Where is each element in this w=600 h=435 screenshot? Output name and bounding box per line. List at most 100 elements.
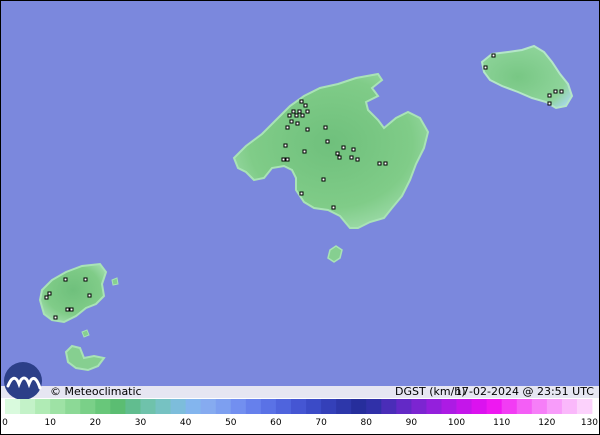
legend-swatch: [170, 399, 187, 414]
legend-swatch: [561, 399, 578, 414]
legend-swatch: [80, 399, 96, 414]
station-marker[interactable]: [44, 295, 49, 300]
legend-swatch: [155, 399, 171, 414]
legend-swatch: [95, 399, 111, 414]
station-marker[interactable]: [300, 113, 305, 118]
station-marker[interactable]: [349, 155, 354, 160]
legend-tick-label: 40: [180, 418, 192, 428]
legend-color-scale: [5, 399, 593, 414]
legend-tick-label: 60: [270, 418, 282, 428]
legend-swatch: [275, 399, 292, 414]
legend-tick-label: 50: [225, 418, 237, 428]
station-marker[interactable]: [383, 161, 388, 166]
station-marker[interactable]: [295, 121, 300, 126]
station-marker[interactable]: [63, 277, 68, 282]
legend-swatch: [306, 399, 322, 414]
legend-tick-label: 70: [315, 418, 327, 428]
legend-swatch: [336, 399, 352, 414]
station-marker[interactable]: [87, 293, 92, 298]
station-marker[interactable]: [305, 109, 310, 114]
station-marker[interactable]: [299, 99, 304, 104]
legend-swatch: [501, 399, 518, 414]
station-marker[interactable]: [559, 89, 564, 94]
station-marker[interactable]: [291, 109, 296, 114]
station-marker[interactable]: [377, 161, 382, 166]
station-marker[interactable]: [289, 119, 294, 124]
legend-tick-label: 100: [448, 418, 465, 428]
legend-swatch: [125, 399, 141, 414]
station-marker[interactable]: [303, 103, 308, 108]
station-marker[interactable]: [325, 139, 330, 144]
station-marker[interactable]: [285, 125, 290, 130]
legend-swatch: [456, 399, 472, 414]
legend-swatch: [321, 399, 337, 414]
station-marker[interactable]: [283, 143, 288, 148]
legend-swatch: [245, 399, 262, 414]
legend-swatch: [50, 399, 66, 414]
legend-swatch: [516, 399, 533, 414]
legend-swatch: [441, 399, 457, 414]
timestamp: 17-02-2024 @ 23:51 UTC: [455, 385, 594, 398]
legend-swatch: [471, 399, 488, 414]
station-marker[interactable]: [281, 157, 286, 162]
legend-tick-label: 10: [44, 418, 56, 428]
islet-ibiza-south: [81, 329, 90, 338]
map-frame: © Meteoclimatic DGST (km/h) 17-02-2024 @…: [0, 0, 600, 435]
station-marker[interactable]: [83, 277, 88, 282]
station-marker[interactable]: [305, 127, 310, 132]
station-marker[interactable]: [53, 315, 58, 320]
legend-swatch: [140, 399, 156, 414]
station-marker[interactable]: [323, 125, 328, 130]
station-marker[interactable]: [547, 101, 552, 106]
legend-tick-label: 110: [493, 418, 510, 428]
station-marker[interactable]: [294, 113, 299, 118]
legend-swatch: [381, 399, 397, 414]
legend-swatch: [20, 399, 36, 414]
station-marker[interactable]: [47, 291, 52, 296]
legend-swatch: [290, 399, 307, 414]
station-marker[interactable]: [483, 65, 488, 70]
meteoclimatic-logo-icon[interactable]: [4, 362, 42, 400]
station-marker[interactable]: [351, 147, 356, 152]
station-marker[interactable]: [547, 93, 552, 98]
legend-tick-label: 120: [538, 418, 555, 428]
station-marker[interactable]: [553, 89, 558, 94]
station-marker[interactable]: [341, 145, 346, 150]
legend-swatch: [411, 399, 427, 414]
wind-gust-map[interactable]: © Meteoclimatic DGST (km/h) 17-02-2024 @…: [0, 0, 600, 435]
legend-tick-label: 0: [2, 418, 8, 428]
station-marker[interactable]: [297, 109, 302, 114]
station-marker[interactable]: [302, 149, 307, 154]
legend-swatch: [396, 399, 412, 414]
legend-tick-label: 130: [581, 418, 598, 428]
legend-tick-label: 90: [406, 418, 418, 428]
legend-swatch: [366, 399, 382, 414]
station-marker[interactable]: [331, 205, 336, 210]
station-marker[interactable]: [287, 113, 292, 118]
legend-swatch: [215, 399, 232, 414]
station-marker[interactable]: [355, 157, 360, 162]
legend-swatch: [351, 399, 367, 414]
station-marker[interactable]: [321, 177, 326, 182]
station-marker[interactable]: [299, 191, 304, 196]
station-marker[interactable]: [65, 307, 70, 312]
station-marker[interactable]: [335, 151, 340, 156]
station-marker[interactable]: [69, 307, 74, 312]
legend-swatch: [531, 399, 548, 414]
legend-swatch: [486, 399, 503, 414]
legend-swatch: [5, 399, 21, 414]
legend-tick-label: 30: [135, 418, 147, 428]
legend-swatch: [546, 399, 563, 414]
legend-swatch: [65, 399, 81, 414]
legend-swatch: [185, 399, 202, 414]
attribution-text[interactable]: © Meteoclimatic: [50, 385, 142, 398]
station-marker[interactable]: [285, 157, 290, 162]
legend-tick-label: 20: [90, 418, 102, 428]
station-marker[interactable]: [491, 53, 496, 58]
legend-swatch: [110, 399, 126, 414]
legend-tick-label: 80: [360, 418, 372, 428]
legend-swatch: [35, 399, 51, 414]
legend-swatch: [260, 399, 277, 414]
legend-swatch: [230, 399, 247, 414]
station-marker[interactable]: [337, 155, 342, 160]
